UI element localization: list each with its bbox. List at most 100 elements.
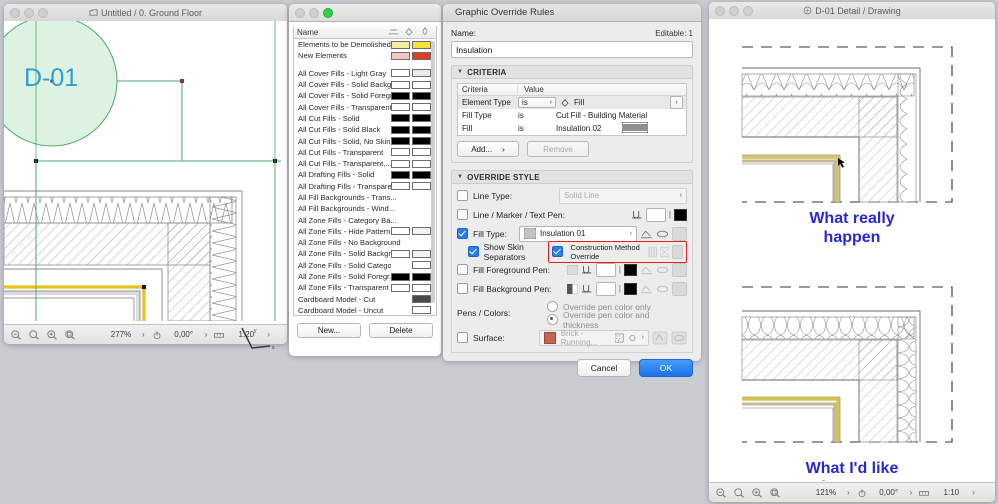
fill-type-checkbox[interactable] bbox=[457, 228, 468, 239]
radio-button[interactable] bbox=[547, 314, 558, 325]
list-item[interactable]: All Zone Fills - Hide Pattern bbox=[294, 226, 436, 237]
list-item-swatch-foreground[interactable] bbox=[412, 182, 431, 191]
list-item-swatch-foreground[interactable] bbox=[412, 261, 431, 270]
line-pen-checkbox[interactable] bbox=[457, 209, 468, 220]
list-item-swatch-foreground[interactable] bbox=[412, 272, 431, 281]
ok-button[interactable]: OK bbox=[639, 359, 693, 377]
table-row[interactable]: Fill Type is Cut Fill - Building Materia… bbox=[458, 109, 686, 122]
detail-angle-value[interactable]: 0,00° bbox=[874, 488, 904, 497]
cut-fill-icon[interactable] bbox=[640, 264, 653, 276]
operator-popup[interactable]: is › bbox=[518, 97, 556, 108]
plan-zoom-value[interactable]: 277% bbox=[106, 330, 136, 339]
attributes-window-titlebar[interactable] bbox=[289, 4, 441, 22]
plan-zoom-chevron-icon[interactable]: › bbox=[142, 330, 145, 339]
list-item-swatch-foreground[interactable] bbox=[412, 137, 431, 146]
list-item-swatch-foreground[interactable] bbox=[412, 125, 431, 134]
list-item[interactable]: All Zone Fills - Category Ba... bbox=[294, 214, 436, 225]
zoom-in-icon[interactable] bbox=[751, 487, 763, 499]
list-item-swatch-background[interactable] bbox=[391, 125, 410, 134]
plan-canvas[interactable]: D-01 bbox=[4, 21, 287, 321]
list-item-swatch-foreground[interactable] bbox=[412, 170, 431, 179]
list-item[interactable]: All Cut Fills - Solid bbox=[294, 113, 436, 124]
list-item[interactable]: All Zone Fills - Solid Category bbox=[294, 260, 436, 271]
criteria-table[interactable]: Criteria Value Element Type is › Fill › bbox=[457, 83, 687, 136]
zoom-previous-icon[interactable] bbox=[733, 487, 745, 499]
list-item-swatch-background[interactable] bbox=[391, 69, 410, 78]
delete-attribute-button[interactable]: Delete bbox=[369, 323, 433, 338]
new-attribute-button[interactable]: New... bbox=[297, 323, 361, 338]
detail-status-bar[interactable]: 121% › 0,00° › 1:10 › bbox=[709, 482, 995, 502]
attributes-list-scrollbar[interactable] bbox=[431, 41, 435, 303]
cancel-button[interactable]: Cancel bbox=[577, 359, 631, 377]
list-item-swatch-background[interactable] bbox=[391, 170, 410, 179]
add-criteria-button[interactable]: Add... › bbox=[457, 141, 519, 157]
uniform-pattern-icon[interactable] bbox=[647, 246, 657, 258]
list-item-swatch-background[interactable] bbox=[391, 40, 410, 49]
surface-paint-icon[interactable] bbox=[671, 331, 687, 345]
graphic-override-rules-dialog[interactable]: Graphic Override Rules Name: Editable: 1… bbox=[443, 4, 701, 377]
list-item-swatch-background[interactable] bbox=[391, 159, 410, 168]
surface-3d-icon[interactable] bbox=[652, 331, 668, 345]
orientation-icon[interactable] bbox=[856, 487, 868, 499]
attributes-list-window[interactable]: Name Elements to be Demolished New Elemen… bbox=[289, 4, 441, 356]
list-item[interactable]: All Fill Backgrounds - Wind... bbox=[294, 203, 436, 214]
plan-angle-value[interactable]: 0,00° bbox=[169, 330, 199, 339]
table-row[interactable]: Fill is Insulation 02 bbox=[458, 121, 686, 135]
disclosure-triangle-icon[interactable]: ▼ bbox=[457, 174, 463, 180]
list-item-swatch-background[interactable] bbox=[391, 80, 410, 89]
disclosure-triangle-icon[interactable]: ▼ bbox=[457, 69, 463, 75]
surface-checkbox[interactable] bbox=[457, 332, 468, 343]
detail-scale-chevron-icon[interactable]: › bbox=[972, 488, 975, 497]
orientation-icon[interactable] bbox=[151, 329, 163, 341]
list-item-swatch-foreground[interactable] bbox=[412, 69, 431, 78]
detail-scale-value[interactable]: 1:10 bbox=[936, 488, 966, 497]
list-item[interactable]: All Zone Fills - Solid Backgr... bbox=[294, 248, 436, 259]
list-item-swatch-foreground[interactable] bbox=[412, 51, 431, 60]
dialog-titlebar[interactable]: Graphic Override Rules bbox=[443, 4, 701, 22]
list-item[interactable]: All Fill Backgrounds - Trans... bbox=[294, 192, 436, 203]
list-item-swatch-foreground[interactable] bbox=[412, 249, 431, 258]
list-item[interactable]: All Cover Fills - Transparent bbox=[294, 101, 436, 112]
list-item-swatch-foreground[interactable] bbox=[412, 295, 431, 304]
list-item-swatch-background[interactable] bbox=[391, 227, 410, 236]
zoom-in-icon[interactable] bbox=[46, 329, 58, 341]
list-item[interactable]: All Cut Fills - Transparent bbox=[294, 147, 436, 158]
show-skin-separators-checkbox[interactable] bbox=[467, 246, 479, 257]
list-item-swatch-foreground[interactable] bbox=[412, 148, 431, 157]
list-item[interactable]: All Cover Fills - Light Gray bbox=[294, 68, 436, 79]
drafting-fill-icon[interactable] bbox=[672, 226, 687, 241]
list-item-swatch-background[interactable] bbox=[391, 295, 410, 303]
surface-combo[interactable]: Brick - Running... › bbox=[539, 329, 649, 347]
construction-method-pattern-icon[interactable] bbox=[671, 244, 683, 259]
list-item[interactable]: All Cover Fills - Solid Foregr... bbox=[294, 90, 436, 101]
list-item-swatch-background[interactable] bbox=[391, 148, 410, 157]
list-item[interactable]: New Elements bbox=[294, 50, 436, 61]
ground-floor-plan-window[interactable]: Untitled / 0. Ground Floor D-01 277% › 0… bbox=[4, 4, 287, 344]
fill-icon[interactable] bbox=[401, 27, 417, 38]
list-item[interactable]: All Cut Fills - Transparent,... bbox=[294, 158, 436, 169]
drafting-fill-icon[interactable] bbox=[672, 281, 687, 296]
detail-zoom-value[interactable]: 121% bbox=[811, 488, 841, 497]
list-item[interactable]: All Zone Fills - No Background bbox=[294, 237, 436, 248]
list-item[interactable]: All Cut Fills - Solid Black bbox=[294, 124, 436, 135]
list-item[interactable]: Elements to be Demolished bbox=[294, 39, 436, 50]
fit-in-window-icon[interactable] bbox=[769, 487, 781, 499]
fill-foreground-pen-number-input[interactable] bbox=[595, 262, 616, 277]
skin-pattern-icon[interactable] bbox=[659, 246, 669, 258]
column-header-name[interactable]: Name bbox=[297, 28, 385, 37]
criteria-section-header[interactable]: ▼ CRITERIA bbox=[451, 65, 693, 79]
list-item-swatch-background[interactable] bbox=[391, 261, 410, 269]
list-item-swatch-background[interactable] bbox=[391, 283, 410, 292]
fill-foreground-pen-checkbox[interactable] bbox=[457, 264, 468, 275]
list-item-swatch-background[interactable] bbox=[391, 91, 410, 100]
construction-method-override-checkbox[interactable] bbox=[551, 246, 563, 257]
list-item-swatch-background[interactable] bbox=[391, 306, 410, 314]
list-item[interactable]: All Drafting Fills - Solid bbox=[294, 169, 436, 180]
zoom-button[interactable] bbox=[323, 7, 333, 18]
list-item[interactable]: All Zone Fills - Transparent bbox=[294, 282, 436, 293]
cut-fill-icon[interactable] bbox=[640, 228, 653, 240]
plan-window-titlebar[interactable]: Untitled / 0. Ground Floor bbox=[4, 4, 287, 22]
drafting-fill-icon[interactable] bbox=[672, 262, 687, 277]
list-item[interactable]: All Drafting Fills - Transparent bbox=[294, 181, 436, 192]
radio-button[interactable] bbox=[547, 301, 558, 312]
